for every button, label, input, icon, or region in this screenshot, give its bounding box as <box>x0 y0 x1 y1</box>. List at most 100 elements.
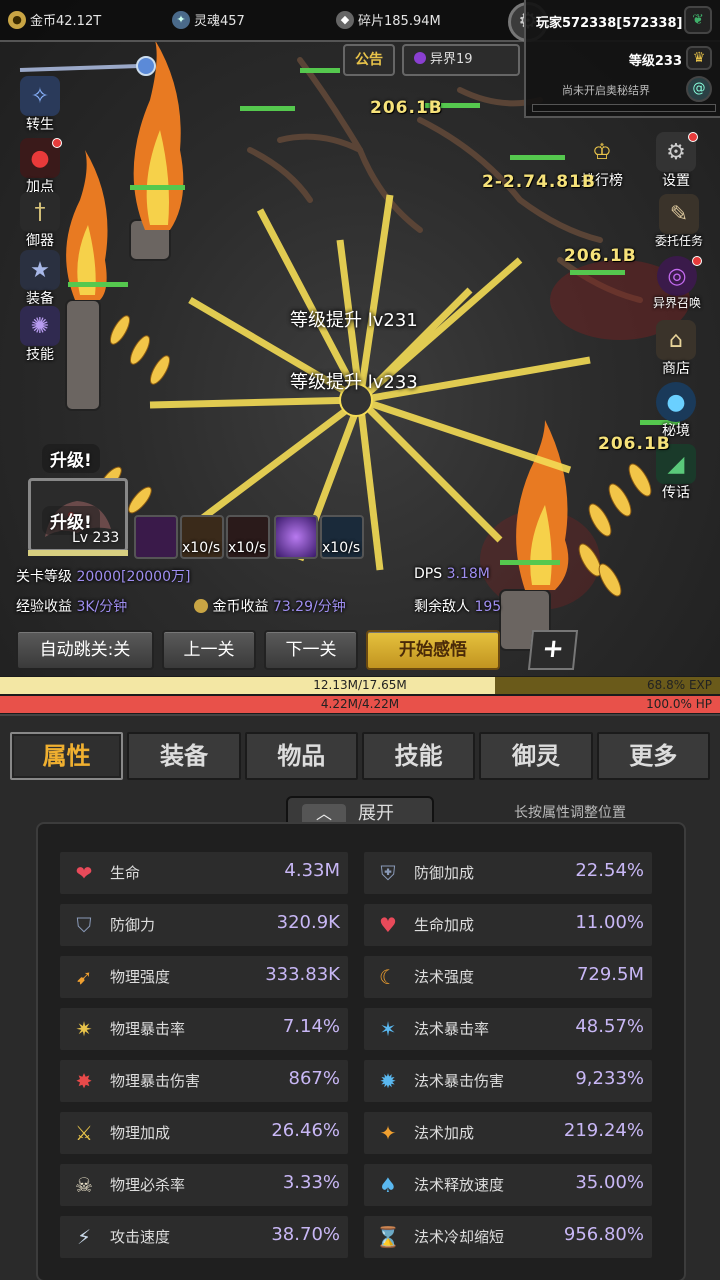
stat-attack-speed[interactable]: ⚡ 攻击速度 38.70% <box>60 1216 348 1258</box>
shards-resource: ◆ 碎片185.94M <box>336 10 441 29</box>
stat-magic-power[interactable]: ☾ 法术强度 729.5M <box>364 956 652 998</box>
spear-icon: ➹ <box>75 965 93 989</box>
tab-equipment[interactable]: 装备 <box>127 732 241 780</box>
realm-portal-icon <box>414 52 426 64</box>
speed-sword-icon: ⚡ <box>76 1225 92 1249</box>
damage-number: 2-2.74.81B <box>482 172 596 192</box>
menu-commission[interactable]: ✎ 委托任务 <box>648 194 710 249</box>
menu-equipment[interactable]: ★ 装备 <box>12 250 68 308</box>
stats-panel: ❤ 生命 4.33M ⛨ 防御加成 22.54% ⛉ 防御力 320.9K ♥ … <box>36 822 686 1280</box>
damage-number: 206.1B <box>598 434 671 454</box>
stat-defense[interactable]: ⛉ 防御力 320.9K <box>60 904 348 946</box>
secret-realm-status: 尚未开启奥秘结界 <box>562 84 650 97</box>
realm-button[interactable]: 异界19 <box>402 44 520 76</box>
shield-plus-icon: ⛨ <box>380 861 396 885</box>
notification-dot <box>52 138 62 148</box>
stat-cast-speed[interactable]: ♠ 法术释放速度 35.00% <box>364 1164 652 1206</box>
crit-damage-icon: ✸ <box>75 1069 93 1093</box>
notification-dot <box>692 256 702 266</box>
stat-physical-crit-damage[interactable]: ✸ 物理暴击伤害 867% <box>60 1060 348 1102</box>
tab-bar: 属性 装备 物品 技能 御灵 更多 <box>10 732 710 784</box>
notification-dot <box>688 132 698 142</box>
menu-settings[interactable]: ⚙ 设置 <box>648 132 704 190</box>
plus-button[interactable]: + <box>527 630 579 670</box>
notice-button[interactable]: 公告 <box>343 44 395 76</box>
soul-icon: ✦ <box>172 10 190 29</box>
auto-skip-button[interactable]: 自动跳关:关 <box>16 630 154 670</box>
stat-magic-bonus[interactable]: ✦ 法术加成 219.24% <box>364 1112 652 1154</box>
mushroom-icon: ♠ <box>379 1173 397 1197</box>
stat-hp[interactable]: ❤ 生命 4.33M <box>60 852 348 894</box>
spellbook-icon: ✺ <box>20 306 60 346</box>
menu-secret-realm[interactable]: ● 秘境 <box>648 382 704 440</box>
menu-artifact[interactable]: † 御器 <box>12 192 68 250</box>
tab-skills[interactable]: 技能 <box>361 732 476 780</box>
sword-plus-icon: ⚔ <box>75 1121 93 1145</box>
skill-slot-4[interactable] <box>274 515 318 559</box>
stat-magic-crit-rate[interactable]: ✶ 法术暴击率 48.57% <box>364 1008 652 1050</box>
leaf-icon[interactable]: ❦ <box>684 6 712 34</box>
tab-spirits[interactable]: 御灵 <box>479 732 593 780</box>
stat-physical-crit-rate[interactable]: ✷ 物理暴击率 7.14% <box>60 1008 348 1050</box>
tab-items[interactable]: 物品 <box>244 732 358 780</box>
prev-stage-button[interactable]: 上一关 <box>162 630 256 670</box>
gold-resource: ● 金币42.12T <box>8 10 101 29</box>
start-enlighten-button[interactable]: 开始感悟 <box>366 630 500 670</box>
menu-summon[interactable]: ◎ 异界召唤 <box>646 256 708 311</box>
menu-add-points[interactable]: ● 加点 <box>12 138 68 196</box>
skill-rate: x10/s <box>228 540 267 556</box>
gold-coin-icon <box>194 599 208 613</box>
skill-slot-1[interactable] <box>134 515 178 559</box>
menu-shop[interactable]: ⌂ 商店 <box>648 320 704 378</box>
stat-magic-crit-damage[interactable]: ✹ 法术暴击伤害 9,233% <box>364 1060 652 1102</box>
player-info-panel: 玩家572338[572338] ❦ 等级233 ♛ 尚未开启奥秘结界 @ <box>524 0 720 118</box>
next-stage-button[interactable]: 下一关 <box>264 630 358 670</box>
shard-icon: ◆ <box>336 10 354 29</box>
trophy-icon: ♔ <box>592 139 612 165</box>
stat-defense-bonus[interactable]: ⛨ 防御加成 22.54% <box>364 852 652 894</box>
player-name: 玩家572338[572338] <box>536 16 683 31</box>
menu-rebirth[interactable]: ✧ 转生 <box>12 76 68 134</box>
heart-icon: ❤ <box>75 861 93 885</box>
battlefield: ● 金币42.12T ✦ 灵魂457 ◆ 碎片185.94M ⚙ 玩家57233… <box>0 0 720 676</box>
rebirth-icon: ✧ <box>20 76 60 116</box>
soul-resource: ✦ 灵魂457 <box>172 10 245 29</box>
character-exp-bar <box>28 550 128 556</box>
tab-attributes[interactable]: 属性 <box>10 732 124 780</box>
stage-level: 关卡等级 20000[20000万] <box>16 569 191 585</box>
portal-icon: ◎ <box>657 256 697 296</box>
damage-number: 206.1B <box>564 246 637 266</box>
damage-number: 206.1B <box>370 98 443 118</box>
stat-hp-bonus[interactable]: ♥ 生命加成 11.00% <box>364 904 652 946</box>
menu-skills[interactable]: ✺ 技能 <box>12 306 68 364</box>
stat-physical-power[interactable]: ➹ 物理强度 333.83K <box>60 956 348 998</box>
bottom-panel: 属性 装备 物品 技能 御灵 更多 ︿ 展开 长按属性调整位置 ❤ 生命 4.3… <box>0 714 720 1280</box>
hp-bar: 4.22M/4.22M 100.0% HP <box>0 696 720 713</box>
game-screen: { "resources": { "gold": "金币42.12T", "so… <box>0 0 720 1280</box>
level-up-message: 等级提升 lv233 <box>290 372 418 393</box>
level-up-message: 等级提升 lv231 <box>290 310 418 331</box>
star-badge-icon: ★ <box>20 250 60 290</box>
magic-plus-icon: ✦ <box>379 1121 397 1145</box>
shop-bag-icon: ⌂ <box>656 320 696 360</box>
stat-physical-lethal-rate[interactable]: ☠ 物理必杀率 3.33% <box>60 1164 348 1206</box>
hourglass-icon: ⌛ <box>375 1225 401 1249</box>
remaining-enemies: 剩余敌人 195 <box>414 599 502 615</box>
skill-rate: x10/s <box>322 540 361 556</box>
swirl-icon[interactable]: @ <box>686 76 712 102</box>
crit-sword-icon: ✷ <box>75 1017 93 1041</box>
scroll-icon: ✎ <box>659 194 699 234</box>
skill-rate: x10/s <box>182 540 221 556</box>
stat-physical-bonus[interactable]: ⚔ 物理加成 26.46% <box>60 1112 348 1154</box>
character-level: Lv 233 <box>72 530 120 546</box>
sword-icon: † <box>20 192 60 232</box>
exp-income: 经验收益 3K/分钟 <box>16 599 128 615</box>
crown-icon[interactable]: ♛ <box>686 46 712 70</box>
moon-staff-icon: ☾ <box>379 965 397 989</box>
stat-cooldown-reduction[interactable]: ⌛ 法术冷却缩短 956.80% <box>364 1216 652 1258</box>
tab-more[interactable]: 更多 <box>596 732 710 780</box>
heart-plus-icon: ♥ <box>379 913 397 937</box>
gold-coin-icon: ● <box>8 10 26 29</box>
skull-icon: ☠ <box>75 1173 93 1197</box>
crit-magic-icon: ✶ <box>379 1017 397 1041</box>
